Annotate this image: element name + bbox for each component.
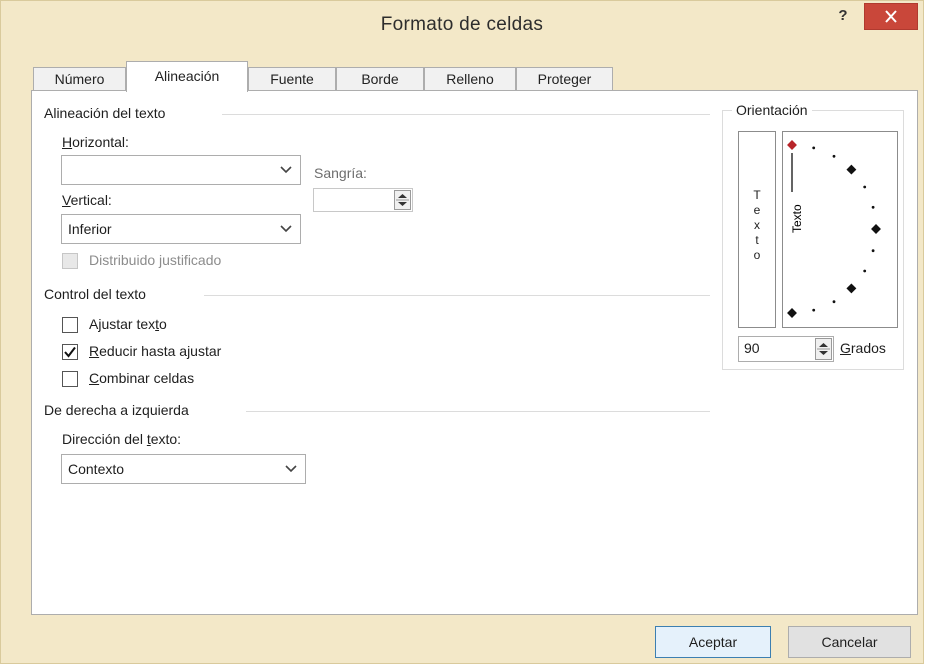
- justify-distributed-label: Distribuido justificado: [89, 252, 222, 268]
- vertical-text-button[interactable]: T e x t o: [738, 131, 776, 328]
- dial-minor-tick: [812, 308, 816, 312]
- text-direction-select[interactable]: Contexto: [61, 454, 306, 484]
- shrink-to-fit-label: Reducir hasta ajustar: [89, 343, 221, 359]
- dial-minor-tick: [871, 249, 875, 253]
- merge-label-key: C: [89, 370, 100, 386]
- degrees-label-text: rados: [850, 340, 886, 356]
- dial-major-tick: [846, 283, 857, 294]
- vertical-text-char: x: [754, 218, 760, 232]
- dial-minor-tick: [832, 154, 836, 158]
- vertical-text-char: e: [753, 203, 761, 217]
- rotated-text-sample: Texto: [790, 204, 804, 233]
- vertical-value: Inferior: [68, 221, 112, 237]
- text-control-title: Control del texto: [44, 286, 146, 302]
- spinner-arrows-icon[interactable]: [815, 338, 832, 360]
- tab-proteger[interactable]: Proteger: [516, 67, 613, 91]
- wrap-text-label: Ajustar texto: [89, 316, 167, 332]
- cancel-button[interactable]: Cancelar: [788, 626, 911, 658]
- shrink-label-text: educir hasta ajustar: [99, 343, 222, 359]
- shrink-label-key: R: [89, 343, 100, 359]
- section-divider: [222, 114, 710, 115]
- alignment-panel: Alineación del texto Horizontal: Sangría…: [31, 90, 918, 615]
- chevron-down-icon: [275, 218, 297, 240]
- vertical-text-char: t: [755, 233, 759, 247]
- dial-minor-tick: [871, 205, 875, 209]
- dial-major-tick: [787, 308, 797, 318]
- dialog-title: Formato de celdas: [380, 14, 544, 35]
- dial-major-tick: [871, 224, 881, 234]
- horizontal-label: Horizontal:: [62, 134, 129, 150]
- merge-label-text: ombinar celdas: [99, 370, 195, 386]
- dial-minor-tick: [863, 185, 867, 189]
- tab-alineacion[interactable]: Alineación: [126, 61, 248, 92]
- text-alignment-title: Alineación del texto: [44, 105, 166, 121]
- indent-spinner[interactable]: [313, 188, 413, 212]
- degrees-value: 90: [744, 340, 760, 356]
- accept-button[interactable]: Aceptar: [655, 626, 771, 658]
- vertical-text-char: T: [753, 188, 761, 202]
- checkmark-icon: [64, 346, 76, 358]
- vertical-label: Vertical:: [62, 192, 112, 208]
- orientation-title: Orientación: [732, 102, 812, 118]
- title-bar: Formato de celdas ?: [1, 1, 923, 47]
- vertical-label-text: ertical:: [70, 192, 112, 208]
- rtl-title: De derecha a izquierda: [44, 402, 189, 418]
- format-cells-dialog: Formato de celdas ? Número Alineación Fu…: [0, 0, 924, 664]
- horizontal-label-key: H: [62, 134, 73, 150]
- text-direction-label: Dirección del texto:: [62, 431, 181, 447]
- degrees-spinner[interactable]: 90: [738, 336, 834, 362]
- chevron-down-icon: [280, 458, 302, 480]
- wrap-text-label-a: Ajustar tex: [89, 316, 156, 332]
- spinner-arrows-icon[interactable]: [394, 190, 411, 210]
- merge-cells-checkbox[interactable]: [62, 371, 78, 387]
- orientation-dial-graphic: Texto: [787, 140, 881, 318]
- section-divider: [204, 295, 710, 296]
- wrap-text-label-b: o: [159, 316, 167, 332]
- vertical-text-char: o: [753, 248, 761, 262]
- dial-minor-tick: [832, 300, 836, 304]
- direction-label-a: Dirección del: [62, 431, 147, 447]
- dial-minor-tick: [863, 269, 867, 273]
- horizontal-select[interactable]: [61, 155, 301, 185]
- shrink-to-fit-checkbox[interactable]: [62, 344, 78, 360]
- dial-minor-tick: [812, 146, 816, 150]
- tab-borde[interactable]: Borde: [336, 67, 424, 91]
- tab-relleno[interactable]: Relleno: [424, 67, 516, 91]
- justify-distributed-checkbox[interactable]: [62, 253, 78, 269]
- tab-fuente[interactable]: Fuente: [248, 67, 336, 91]
- orientation-dial[interactable]: Texto: [782, 131, 898, 328]
- help-button[interactable]: ?: [830, 5, 856, 27]
- degrees-label: Grados: [840, 340, 886, 356]
- horizontal-label-text: orizontal:: [72, 134, 129, 150]
- direction-label-b: exto:: [150, 431, 182, 447]
- degrees-label-key: G: [840, 340, 851, 356]
- section-divider: [246, 411, 710, 412]
- vertical-select[interactable]: Inferior: [61, 214, 301, 244]
- text-direction-value: Contexto: [68, 461, 125, 477]
- indent-label: Sangría:: [314, 165, 367, 181]
- wrap-text-checkbox[interactable]: [62, 317, 78, 333]
- vertical-label-key: V: [62, 192, 71, 208]
- merge-cells-label: Combinar celdas: [89, 370, 194, 386]
- dial-major-tick: [846, 164, 857, 175]
- close-icon: [885, 10, 897, 23]
- orientation-marker: [787, 140, 797, 150]
- close-button[interactable]: [864, 3, 918, 30]
- tab-numero[interactable]: Número: [33, 67, 126, 91]
- chevron-down-icon: [275, 159, 297, 181]
